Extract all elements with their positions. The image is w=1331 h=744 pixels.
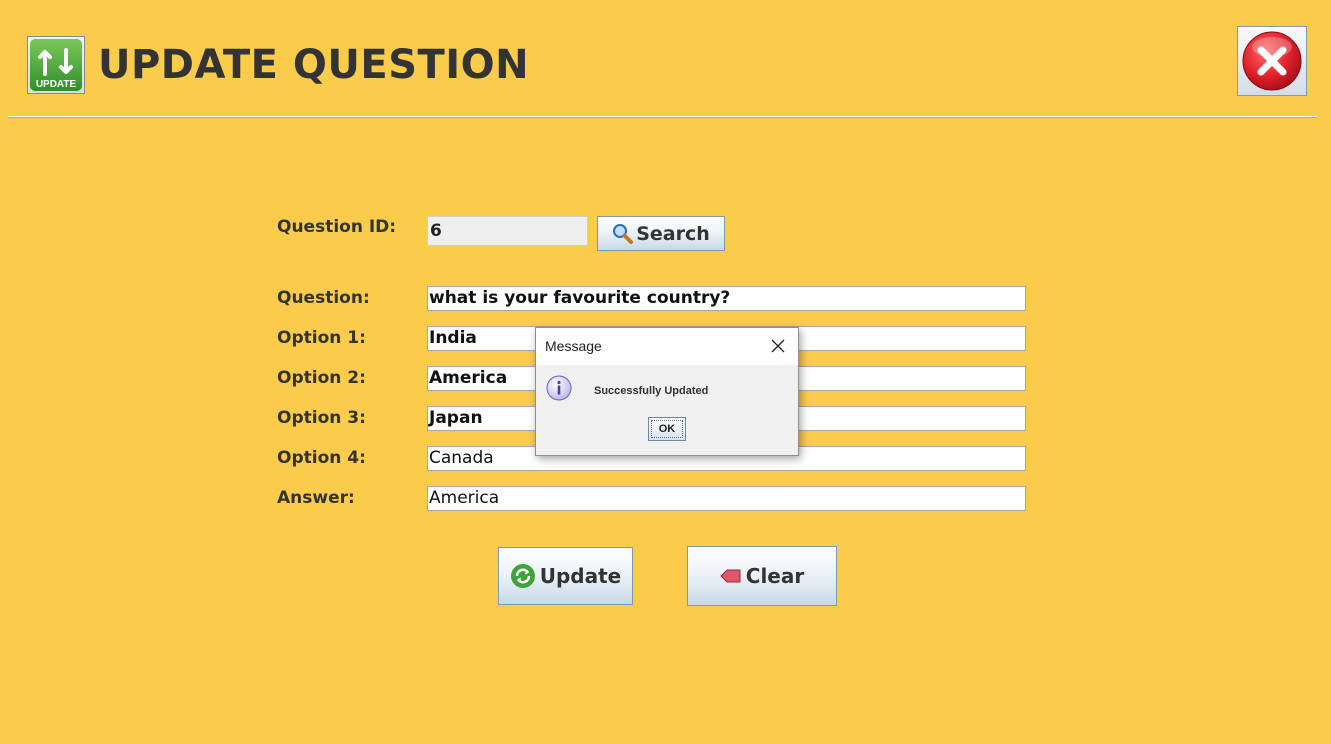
eraser-icon [720,569,741,583]
update-logo-icon: UPDATE [30,39,82,91]
page-title: UPDATE QUESTION [98,42,530,88]
dialog-close-icon[interactable] [769,337,787,355]
logo-text: UPDATE [36,79,77,90]
message-dialog: Message Successfully Updated OK [535,327,799,456]
question-label: Question: [277,288,370,308]
info-icon [546,375,572,401]
option3-label: Option 3: [277,408,366,428]
dialog-title: Message [545,338,602,354]
ok-button[interactable]: OK [648,417,686,441]
update-button-label: Update [539,564,622,588]
option1-label: Option 1: [277,328,366,348]
question-id-label: Question ID: [277,217,397,237]
clear-button-label: Clear [745,564,805,588]
question-id-input[interactable]: 6 [427,216,588,246]
refresh-icon [510,564,535,588]
clear-button[interactable]: Clear [687,546,837,606]
header-divider [8,116,1317,118]
search-button-label: Search [636,222,710,245]
option2-label: Option 2: [277,368,366,388]
dialog-title-bar: Message [536,328,798,365]
close-button[interactable] [1237,26,1307,96]
update-button[interactable]: Update [498,547,633,605]
answer-label: Answer: [277,488,355,508]
search-button[interactable]: Search [597,216,725,251]
dialog-message: Successfully Updated [594,385,709,397]
question-field[interactable]: what is your favourite country? [427,286,1026,311]
search-icon [613,223,634,244]
option4-label: Option 4: [277,448,366,468]
app-logo: UPDATE [27,36,85,94]
close-icon [1242,31,1302,91]
answer-field[interactable]: America [427,486,1026,511]
